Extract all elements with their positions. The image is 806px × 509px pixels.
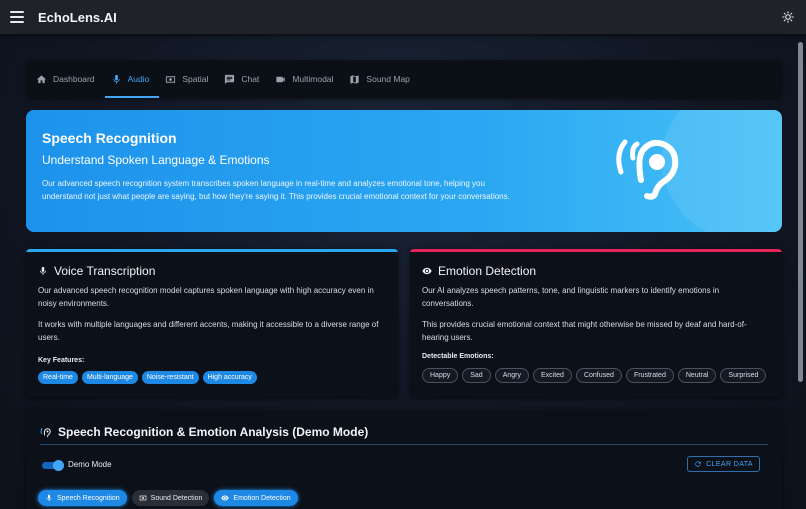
feature-chips: Real-time Multi-language Noise-resistant… [38,371,257,384]
emotion-chip: Surprised [720,368,767,383]
emotion-chip: Confused [575,368,622,383]
card-title-text: Emotion Detection [438,264,537,278]
feature-chip: Multi-language [81,371,138,384]
menu-icon[interactable] [10,11,24,23]
chat-icon [225,74,235,84]
spatial-icon [166,75,176,83]
tab-multimodal[interactable]: Multimodal [269,60,343,98]
pill-label: Emotion Detection [233,494,291,502]
voice-transcription-card: Voice Transcription Our advanced speech … [26,249,398,397]
hero-banner: Speech Recognition Understand Spoken Lan… [26,110,782,232]
home-icon [36,74,47,83]
speech-recognition-button[interactable]: Speech Recognition [38,490,127,506]
app-title: EchoLens.AI [38,9,117,25]
emotion-chips: Happy Sad Angry Excited Confused Frustra… [422,368,767,383]
mic-icon [112,74,120,84]
demo-title: Speech Recognition & Emotion Analysis (D… [40,425,368,439]
tab-chat[interactable]: Chat [218,60,269,98]
card-paragraph: Our advanced speech recognition model ca… [38,286,374,308]
eye-icon [422,267,432,275]
demo-mode-toggle[interactable] [42,460,64,471]
card-title: Voice Transcription [38,264,155,278]
emotion-chip: Sad [462,368,491,383]
hero-title: Speech Recognition [42,130,177,146]
tab-audio[interactable]: Audio [104,60,160,98]
divider [40,444,768,445]
card-accent-bar [410,249,782,252]
map-icon [350,74,360,84]
emotion-detection-card: Emotion Detection Our AI analyzes speech… [410,249,782,397]
demo-mode-label: Demo Mode [68,460,112,469]
emotion-detection-button[interactable]: Emotion Detection [214,490,298,506]
clear-data-button[interactable]: CLEAR DATA [687,456,760,472]
pill-label: Sound Detection [150,494,203,502]
toggle-knob [53,460,64,471]
feature-chip: Real-time [38,371,78,384]
feature-chip: Noise-resistant [141,371,199,384]
emotions-label: Detectable Emotions: [422,353,494,360]
emotion-chip: Happy [422,368,459,383]
clear-data-label: CLEAR DATA [706,460,753,468]
tab-bar: Dashboard Audio Spatial Chat Multimodal … [26,60,782,98]
refresh-icon [695,461,701,467]
eye-icon [221,495,230,501]
sound-detection-button[interactable]: Sound Detection [131,490,210,506]
tab-label: Multimodal [292,74,334,84]
pill-label: Speech Recognition [57,494,120,502]
demo-title-text: Speech Recognition & Emotion Analysis (D… [58,425,369,439]
hearing-icon [616,139,679,200]
page-scrollbar[interactable] [798,42,803,382]
card-paragraph: Our AI analyzes speech patterns, tone, a… [422,286,720,308]
tab-label: Audio [127,74,150,84]
card-paragraph: This provides crucial emotional context … [422,320,747,342]
tab-label: Sound Map [366,74,410,84]
card-title: Emotion Detection [422,264,536,278]
card-paragraph: It works with multiple languages and dif… [38,320,379,342]
mode-pills: Speech Recognition Sound Detection Emoti… [38,490,298,506]
card-title-text: Voice Transcription [54,264,156,278]
emotion-chip: Frustrated [625,368,674,383]
hero-description: Our advanced speech recognition system t… [42,179,510,201]
emotion-chip: Excited [533,368,572,383]
tab-sound-map[interactable]: Sound Map [343,60,419,98]
tab-spatial[interactable]: Spatial [159,60,218,98]
tab-label: Spatial [182,74,209,84]
mic-icon [40,266,46,275]
mic-icon [46,494,52,501]
theme-toggle-icon[interactable] [782,11,794,23]
card-accent-bar [26,249,398,252]
app-bar: EchoLens.AI [0,0,806,34]
demo-panel: Speech Recognition & Emotion Analysis (D… [26,410,782,509]
tab-label: Chat [241,74,260,84]
hero-subtitle: Understand Spoken Language & Emotions [42,153,270,167]
emotion-chip: Angry [494,368,529,383]
emotion-chip: Neutral [677,368,717,383]
feature-chip: High accuracy [202,371,257,384]
features-label: Key Features: [38,357,85,364]
tab-label: Dashboard [53,74,95,84]
hearing-icon [40,428,51,437]
spatial-icon [139,495,146,501]
tab-dashboard[interactable]: Dashboard [30,60,105,98]
video-icon [276,76,285,82]
